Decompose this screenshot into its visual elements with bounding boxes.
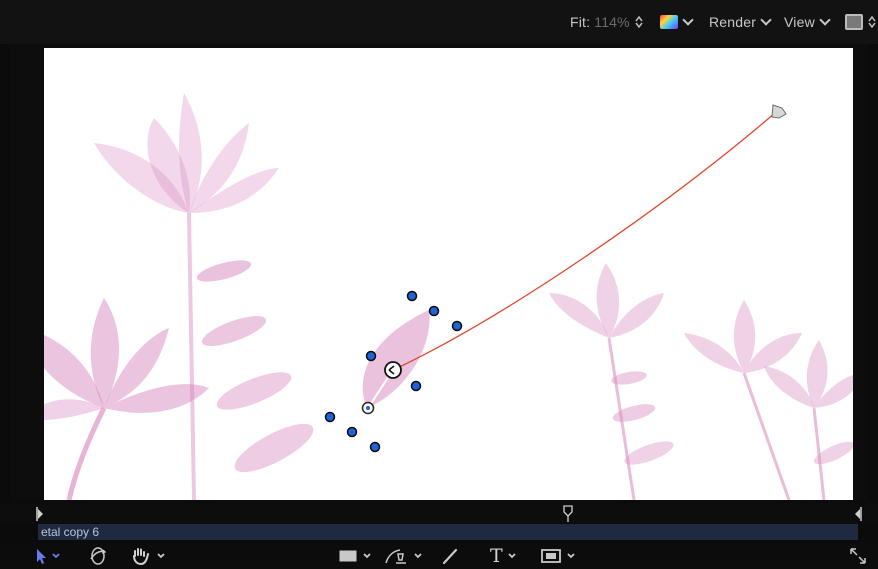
view-layout-dropdown[interactable] [845,13,876,31]
flower-right-2 [764,340,853,500]
mini-timeline[interactable] [0,503,878,523]
paint-stroke-tool[interactable] [440,545,460,567]
select-transform-tool[interactable] [34,545,64,567]
updown-icon [635,16,643,28]
motion-path[interactable] [392,112,776,371]
motion-path-end-icon[interactable] [771,104,787,119]
render-label: Render [709,14,757,30]
view-label: View [784,14,815,30]
fit-value: 114% [594,14,630,30]
transform-handle[interactable] [406,290,418,302]
chevron-down-icon [682,14,694,26]
rectangle-icon [339,550,371,562]
pen-icon [385,549,422,564]
transform-handle[interactable] [324,411,336,423]
chevron-down-icon [508,553,516,559]
view-dropdown[interactable]: View [784,13,831,31]
3d-transform-tool[interactable] [88,545,108,567]
updown-icon [868,16,876,28]
viewer-toolbar: Fit: 114% Render View [0,0,878,44]
hand-icon [133,548,165,566]
flower-bottom-left [44,298,209,500]
flower-large-left [94,93,314,500]
transform-handle[interactable] [428,305,440,317]
layer-name: etal copy 6 [41,525,100,539]
transform-handle[interactable] [346,426,358,438]
anchor-point-icon[interactable] [384,361,402,379]
playhead-icon[interactable] [563,505,573,522]
arrow-pointer-icon [37,549,60,564]
flower-center [549,263,674,500]
transform-handle[interactable] [365,350,377,362]
color-channels-dropdown[interactable] [660,13,694,31]
play-range-end-icon[interactable] [855,507,862,521]
transform-handle[interactable] [369,441,381,453]
pivot-handle[interactable] [361,401,375,415]
bezier-tool[interactable] [384,545,428,567]
chevron-down-icon [760,14,772,26]
render-dropdown[interactable]: Render [709,13,772,31]
pan-tool[interactable] [130,545,170,567]
canvas[interactable] [44,48,853,500]
canvas-artwork [44,93,853,500]
transform-handle[interactable] [410,380,422,392]
text-tool[interactable]: T [490,545,521,567]
chevron-down-icon [819,14,831,26]
fullscreen-toggle[interactable] [848,545,868,567]
flower-right-1 [684,300,802,500]
expand-icon [850,548,866,564]
layer-bar[interactable]: etal copy 6 [38,524,858,540]
transform-handle[interactable] [451,320,463,332]
color-channels-icon [660,15,678,29]
mask-icon [541,549,575,563]
fit-label: Fit: [570,14,591,30]
orbit-icon [90,547,107,565]
layout-icon [845,14,863,30]
brush-icon [442,548,458,565]
text-icon: T [490,545,503,567]
play-range-start-icon[interactable] [36,507,43,521]
mask-tool[interactable] [540,545,580,567]
fit-zoom-control[interactable]: Fit: 114% [570,13,643,31]
shape-tool[interactable] [338,545,376,567]
